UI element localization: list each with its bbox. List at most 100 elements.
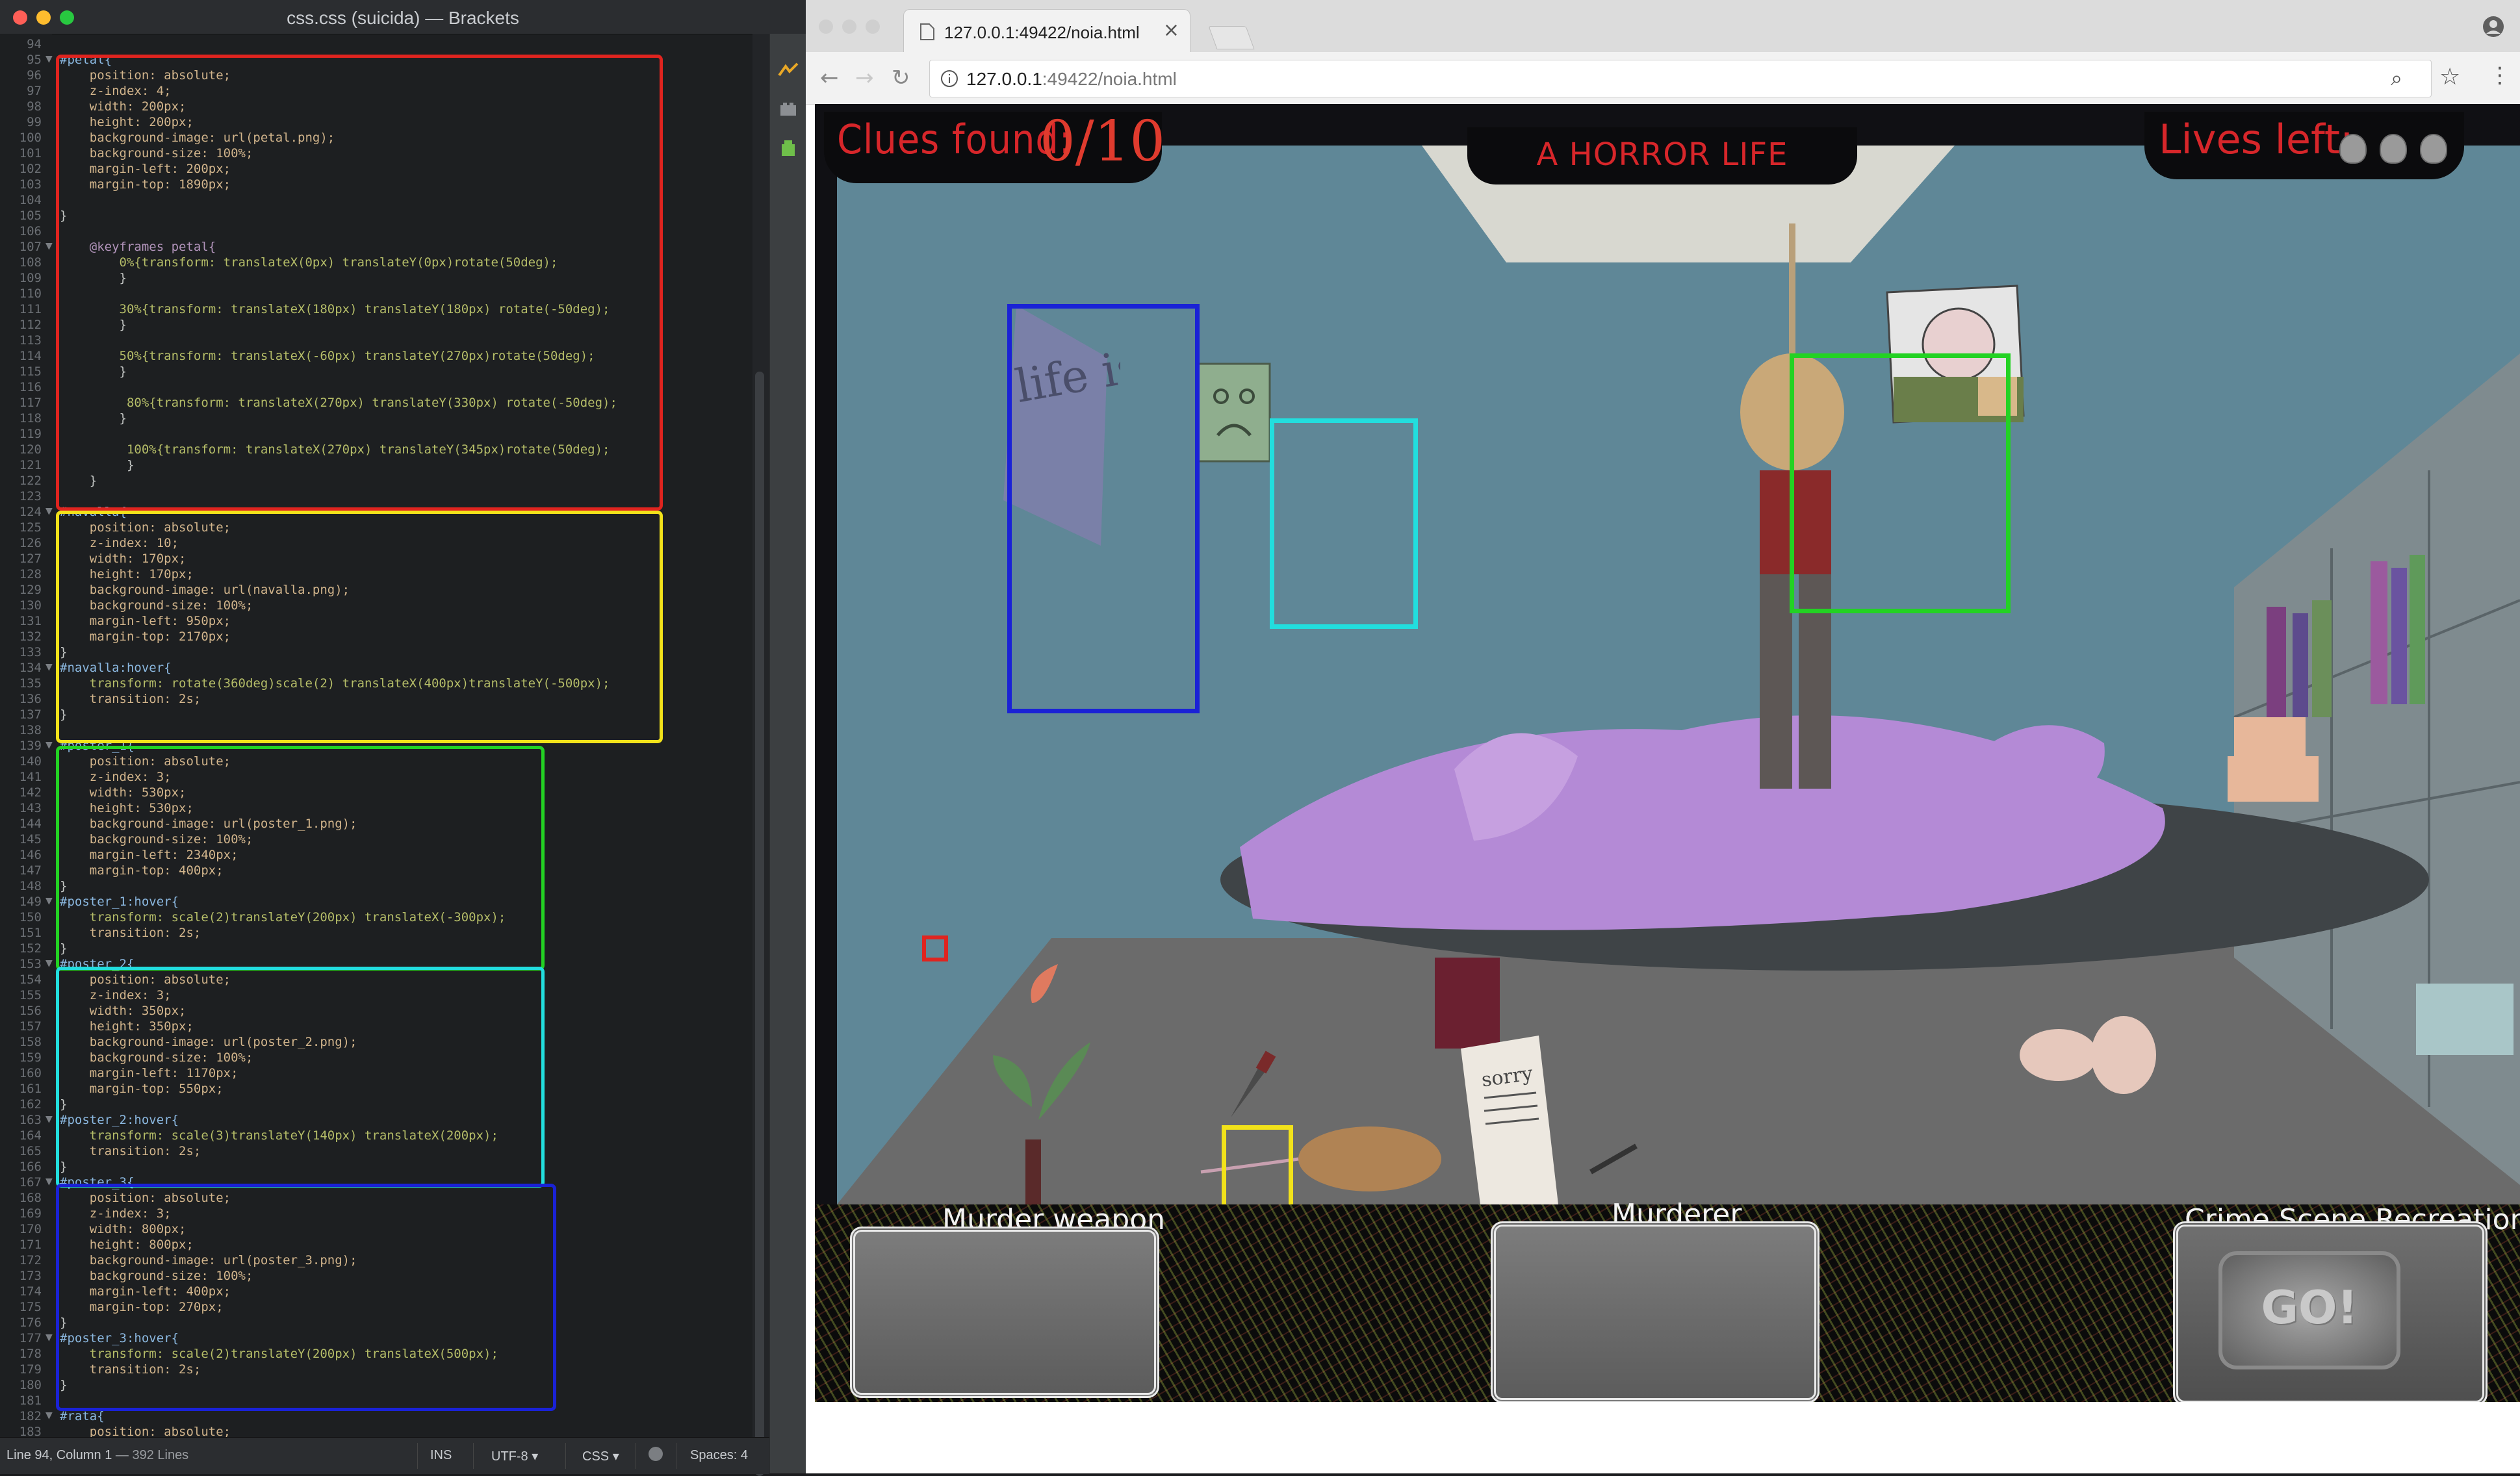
fold-toggle-icon[interactable]: ▼ [45,958,53,969]
fold-toggle-icon[interactable]: ▼ [45,1177,53,1187]
line-number: 116 [19,380,42,394]
clues-counter: Clues found: 0/10 [824,109,1165,183]
clue-box-poster-1[interactable] [1790,353,2011,613]
reload-icon[interactable]: ↻ [892,65,910,91]
highlight-box-petal [56,55,663,511]
line-number: 174 [19,1284,42,1299]
poster-sad-face[interactable] [1192,357,1276,468]
murder-weapon-slot[interactable] [850,1227,1159,1398]
line-number: 162 [19,1097,42,1112]
line-number: 151 [19,926,42,940]
star-icon[interactable]: ☆ [2439,64,2460,90]
game-container: life is shit sorry [815,104,2520,1402]
line-number: 137 [19,707,42,722]
lives-label: Lives left: [2159,116,2354,163]
line-number: 159 [19,1050,42,1065]
line-number: 171 [19,1238,42,1252]
close-window-button[interactable] [819,19,833,34]
info-icon[interactable] [940,70,958,88]
knife-weapon[interactable] [1224,1046,1276,1124]
fold-toggle-icon[interactable]: ▼ [45,662,53,672]
line-number: 131 [19,614,42,628]
line-number: 133 [19,645,42,659]
line-number: 148 [19,879,42,893]
browser-window: 127.0.0.1:49422/noia.html × ← → ↻ 127.0.… [806,0,2520,1473]
fold-toggle-icon[interactable]: ▼ [45,54,53,64]
linter-status-icon[interactable] [649,1447,663,1461]
fold-toggle-icon[interactable]: ▼ [45,740,53,750]
minimize-window-button[interactable] [842,19,856,34]
language-dropdown[interactable]: CSS ▾ [582,1448,619,1464]
fold-toggle-icon[interactable]: ▼ [45,896,53,906]
page-icon [920,23,934,40]
back-icon[interactable]: ← [820,65,839,91]
line-number: 180 [19,1378,42,1392]
line-number: 114 [19,349,42,363]
fold-toggle-icon[interactable]: ▼ [45,1114,53,1125]
line-number: 96 [27,68,42,83]
extension-manager-icon[interactable] [778,99,799,120]
new-tab-button[interactable] [1208,26,1255,49]
line-number: 161 [19,1082,42,1096]
murderer-slot[interactable] [1491,1221,1819,1402]
go-button[interactable]: GO! [2218,1251,2400,1369]
line-number: 118 [19,411,42,426]
line-number: 181 [19,1393,42,1408]
line-number: 182 [19,1409,42,1423]
fold-toggle-icon[interactable]: ▼ [45,506,53,516]
insert-mode-indicator[interactable]: INS [430,1448,452,1463]
profile-icon[interactable] [2482,16,2504,38]
line-number: 142 [19,785,42,800]
highlight-box-poster-3 [56,1184,556,1411]
line-number: 103 [19,177,42,192]
live-preview-icon[interactable] [778,60,799,81]
line-number: 94 [27,37,42,51]
line-number: 108 [19,255,42,270]
line-number: 165 [19,1144,42,1158]
page-viewport: life is shit sorry [815,104,2520,1473]
line-number: 120 [19,442,42,457]
tab-noia[interactable]: 127.0.0.1:49422/noia.html × [903,9,1190,53]
line-number: 169 [19,1206,42,1221]
editor-scroll-thumb[interactable] [755,372,764,1476]
life-icon [2420,134,2447,164]
line-number: 98 [27,99,42,114]
close-tab-icon[interactable]: × [1163,19,1179,42]
editor-window-title: css.css (suicida) — Brackets [287,8,519,28]
highlight-box-poster-2 [56,967,545,1188]
line-number: 139 [19,739,42,753]
line-number: 168 [19,1191,42,1205]
evidence-panel: Murder weapon Murderer Crime Scene Recre… [815,1198,2520,1402]
extension-icon[interactable] [778,138,799,159]
maximize-window-button[interactable] [866,19,880,34]
line-number: 170 [19,1222,42,1236]
line-number-gutter: 94 95 ▼ 96 97 98 99 100 101 102 103 104 105 106 107 ▼ 10… [0,34,53,1439]
fold-toggle-icon[interactable]: ▼ [45,1410,53,1421]
forward-icon[interactable]: → [855,65,874,91]
address-bar[interactable]: 127.0.0.1:49422/noia.html ⌕ [929,60,2432,97]
clue-box-poster-3[interactable] [1007,304,1200,713]
line-number: 175 [19,1300,42,1314]
clue-box-poster-2[interactable] [1270,418,1418,629]
encoding-dropdown[interactable]: UTF-8 ▾ [491,1448,538,1464]
fold-toggle-icon[interactable]: ▼ [45,241,53,251]
line-number: 100 [19,131,42,145]
chevron-down-icon: ▾ [612,1449,619,1464]
fold-toggle-icon[interactable]: ▼ [45,1332,53,1343]
line-number: 97 [27,84,42,98]
sorry-note[interactable]: sorry [1465,1052,1556,1150]
editor-scrollbar[interactable] [752,34,769,1476]
line-number: 141 [19,770,42,784]
editor-statusbar: Line 94, Column 1 — 392 Lines INS UTF-8 … [0,1437,769,1474]
zoom-icon[interactable]: ⌕ [2391,66,2402,91]
petal-clue[interactable] [919,932,951,965]
line-number: 153 [19,957,42,971]
line-number: 110 [19,286,42,301]
line-number: 125 [19,520,42,535]
url-text[interactable]: 127.0.0.1:49422/noia.html [966,69,1177,90]
line-number: 122 [19,474,42,488]
menu-icon[interactable]: ⋮ [2489,62,2511,88]
line-number: 152 [19,941,42,956]
editor-side-toolbar [769,34,806,1473]
indent-spaces-setting[interactable]: Spaces: 4 [690,1448,748,1463]
